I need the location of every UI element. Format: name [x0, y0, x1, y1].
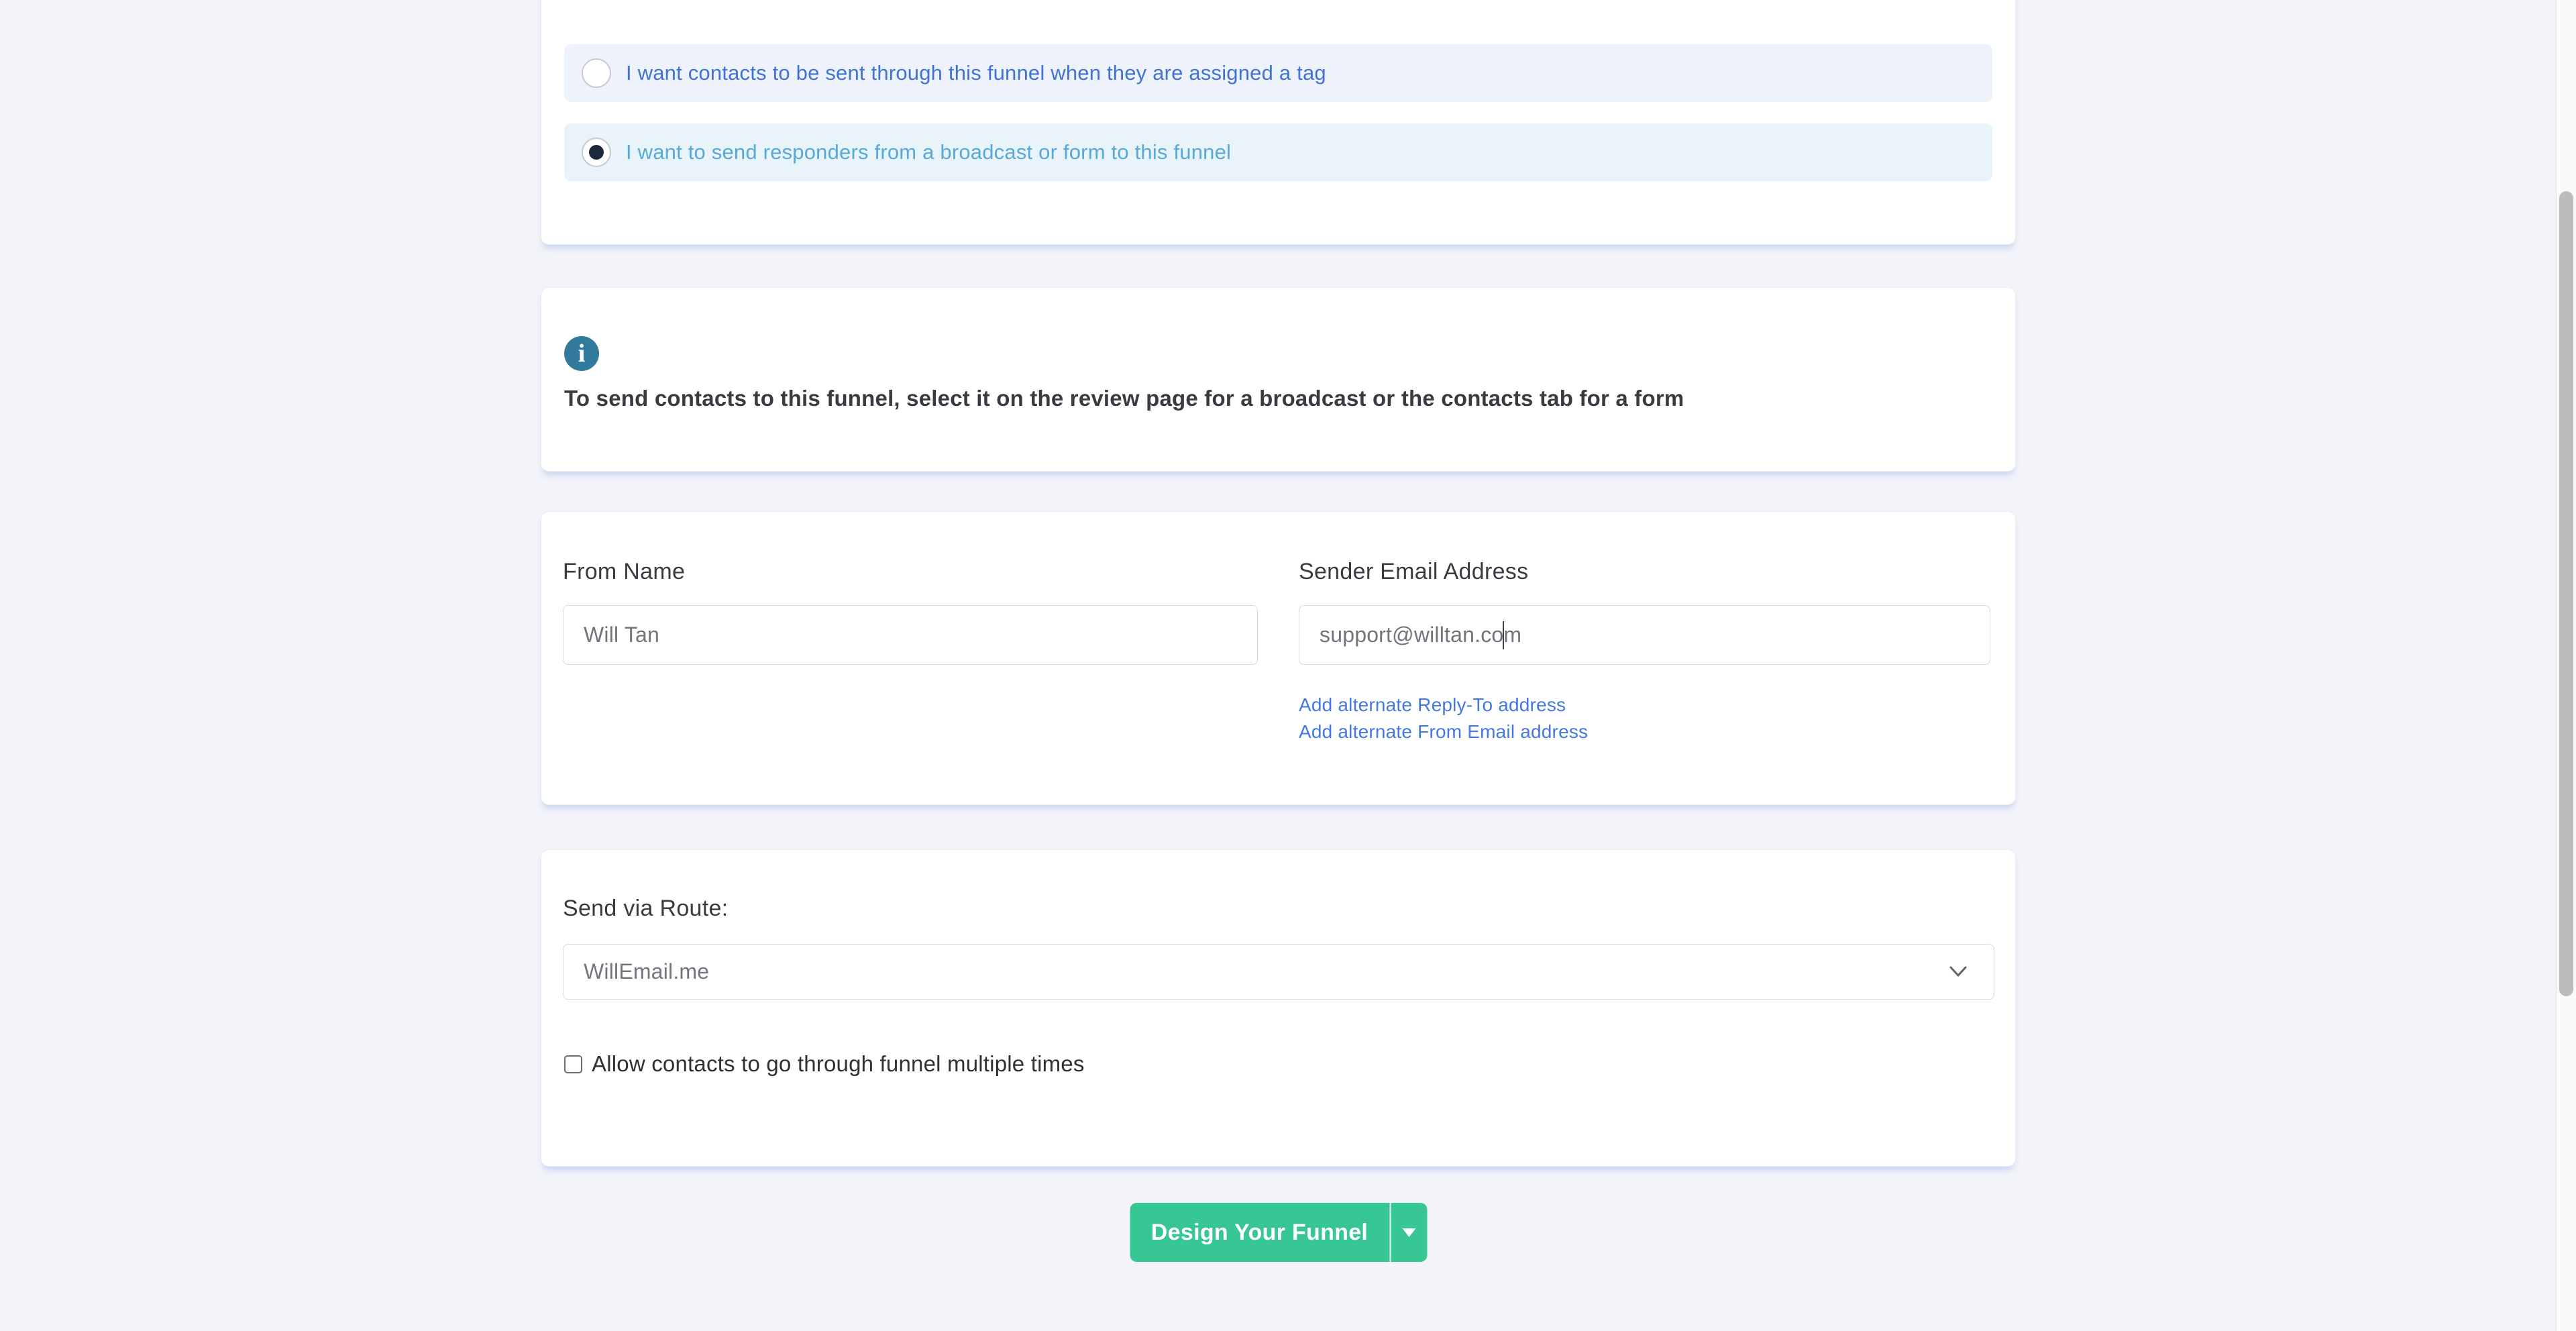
from-name-column: From Name — [563, 512, 1258, 804]
add-from-email-link[interactable]: Add alternate From Email address — [1299, 721, 1588, 743]
trigger-options-card: I want contacts to be sent through this … — [541, 0, 2016, 245]
from-name-input[interactable] — [563, 605, 1258, 665]
scrollbar-thumb[interactable] — [2559, 191, 2573, 996]
design-funnel-button[interactable]: Design Your Funnel — [1130, 1203, 1427, 1262]
design-funnel-dropdown-toggle[interactable] — [1391, 1203, 1427, 1262]
multiple-times-checkbox[interactable] — [564, 1055, 582, 1073]
option-broadcast-form-label: I want to send responders from a broadca… — [626, 140, 1231, 164]
sender-email-column: Sender Email Address Add alternate Reply… — [1299, 512, 1990, 804]
radio-selected-icon[interactable] — [582, 138, 611, 167]
route-select-value: WillEmail.me — [584, 959, 709, 984]
option-assign-tag-label: I want contacts to be sent through this … — [626, 61, 1326, 85]
scrollbar-track[interactable] — [2556, 0, 2576, 1331]
info-card: i To send contacts to this funnel, selec… — [541, 287, 2016, 472]
chevron-down-icon — [1948, 963, 1968, 981]
route-select[interactable]: WillEmail.me — [563, 944, 1994, 1000]
design-funnel-button-label[interactable]: Design Your Funnel — [1130, 1203, 1389, 1262]
funnel-setup-page: { "trigger_options": { "options": [ { "l… — [0, 0, 2576, 1331]
from-name-label: From Name — [563, 559, 685, 585]
add-reply-to-link[interactable]: Add alternate Reply-To address — [1299, 694, 1566, 716]
sender-email-label: Sender Email Address — [1299, 559, 1528, 585]
sender-details-card: From Name Sender Email Address Add alter… — [541, 511, 2016, 805]
route-card: Send via Route: WillEmail.me Allow conta… — [541, 849, 2016, 1167]
radio-dot — [589, 145, 604, 160]
sender-email-input[interactable] — [1299, 605, 1990, 665]
multiple-times-row: Allow contacts to go through funnel mult… — [564, 1051, 1085, 1077]
main-content: I want contacts to be sent through this … — [541, 0, 2016, 1331]
text-caret — [1503, 621, 1504, 649]
caret-down-icon — [1402, 1228, 1415, 1237]
info-icon: i — [564, 336, 599, 371]
option-assign-tag[interactable]: I want contacts to be sent through this … — [564, 44, 1992, 102]
info-text: To send contacts to this funnel, select … — [564, 386, 1988, 411]
route-label: Send via Route: — [563, 896, 728, 922]
multiple-times-label: Allow contacts to go through funnel mult… — [592, 1051, 1085, 1077]
radio-unselected-icon[interactable] — [582, 58, 611, 88]
option-broadcast-form[interactable]: I want to send responders from a broadca… — [564, 123, 1992, 181]
